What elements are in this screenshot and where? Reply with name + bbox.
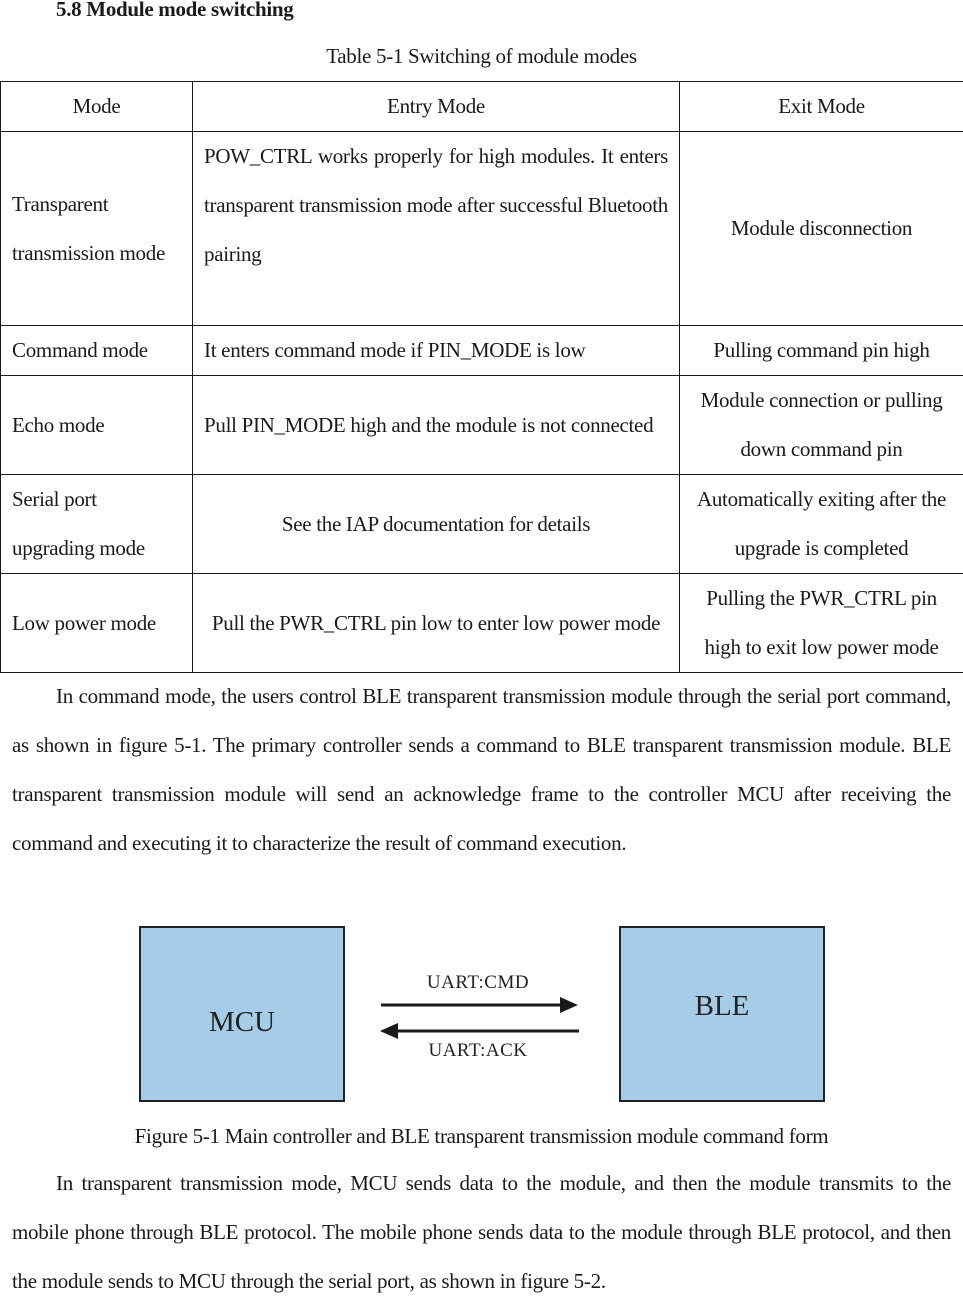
cell-exit: Automatically exiting after the upgrade … (680, 475, 963, 574)
table-row: Serial port upgrading mode See the IAP d… (1, 475, 963, 574)
header-entry-mode: Entry Mode (193, 82, 680, 132)
section-heading: 5.8 Module mode switching (56, 0, 294, 22)
table-header-row: Mode Entry Mode Exit Mode (1, 82, 963, 132)
cell-mode: Low power mode (1, 574, 193, 673)
table-caption: Table 5-1 Switching of module modes (0, 43, 963, 69)
figure-caption: Figure 5-1 Main controller and BLE trans… (0, 1123, 963, 1149)
cell-entry: POW_CTRL works properly for high modules… (193, 132, 680, 326)
table-row: Command mode It enters command mode if P… (1, 326, 963, 376)
table-row: Low power mode Pull the PWR_CTRL pin low… (1, 574, 963, 673)
mcu-block: MCU (139, 926, 345, 1102)
figure-mcu-ble-diagram: MCU UART:CMD UART:ACK BLE (0, 920, 963, 1110)
uart-cmd-label: UART:CMD (378, 972, 578, 994)
table-row: Transparent transmission mode POW_CTRL w… (1, 132, 963, 326)
paragraph-command-mode: In command mode, the users control BLE t… (12, 672, 951, 868)
header-exit-mode: Exit Mode (680, 82, 963, 132)
cell-entry: Pull the PWR_CTRL pin low to enter low p… (193, 574, 680, 673)
uart-ack-label: UART:ACK (378, 1040, 578, 1062)
left-arrow-icon (380, 1023, 579, 1039)
mode-switching-table: Mode Entry Mode Exit Mode Transparent tr… (0, 81, 963, 673)
cell-exit: Pulling command pin high (680, 326, 963, 376)
cell-entry: See the IAP documentation for details (193, 475, 680, 574)
cell-entry: It enters command mode if PIN_MODE is lo… (193, 326, 680, 376)
ble-label: BLE (695, 990, 750, 1023)
right-arrow-icon (381, 997, 578, 1013)
ble-block: BLE (619, 926, 825, 1102)
cell-mode: Serial port upgrading mode (1, 475, 193, 574)
mcu-label: MCU (209, 1006, 275, 1039)
paragraph-transparent-mode: In transparent transmission mode, MCU se… (12, 1159, 951, 1306)
arrows (376, 992, 586, 1042)
header-mode: Mode (1, 82, 193, 132)
cell-mode: Echo mode (1, 376, 193, 475)
table-row: Echo mode Pull PIN_MODE high and the mod… (1, 376, 963, 475)
cell-exit: Module disconnection (680, 132, 963, 326)
cell-exit: Module connection or pulling down comman… (680, 376, 963, 475)
cell-mode: Transparent transmission mode (1, 132, 193, 326)
cell-exit: Pulling the PWR_CTRL pin high to exit lo… (680, 574, 963, 673)
cell-mode: Command mode (1, 326, 193, 376)
cell-entry: Pull PIN_MODE high and the module is not… (193, 376, 680, 475)
